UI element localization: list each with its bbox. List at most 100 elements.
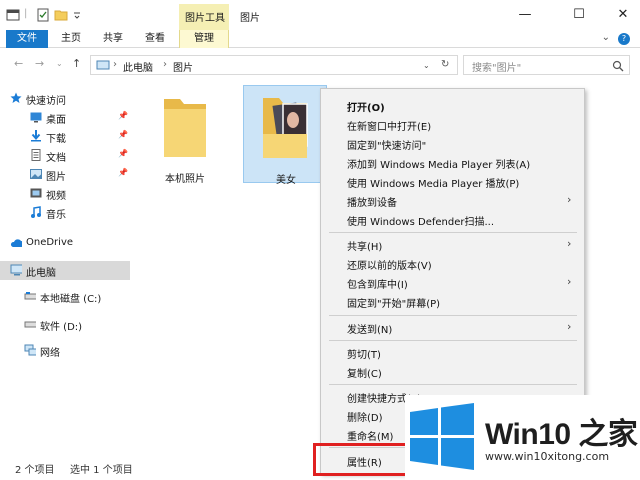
breadcrumb-pictures[interactable]: 图片 [173, 59, 193, 74]
explorer-window: | 图片工具 图片 — ☐ ✕ 文件 主页 共享 查看 管理 ⌄ ? ← → ⌄… [0, 0, 640, 480]
desktop-icon [30, 112, 42, 123]
menu-item-pin-quick-access[interactable]: 固定到"快速访问" [321, 134, 584, 153]
sidebar-item-music[interactable]: 音乐 [0, 203, 130, 222]
menu-item-send-to[interactable]: 发送到(N) › [321, 318, 584, 337]
address-bar[interactable]: › 此电脑 › 图片 ⌄ ↻ [90, 55, 458, 75]
network-icon [24, 344, 36, 356]
tab-share[interactable]: 共享 [96, 30, 130, 48]
expand-ribbon-icon[interactable]: ⌄ [602, 32, 610, 43]
menu-item-play-wmp[interactable]: 使用 Windows Media Player 播放(P) [321, 172, 584, 191]
sidebar-item-label: 视频 [46, 191, 66, 202]
music-icon [31, 206, 41, 218]
submenu-arrow-icon: › [567, 193, 572, 206]
menu-item-add-to-wmp-list[interactable]: 添加到 Windows Media Player 列表(A) [321, 153, 584, 172]
menu-separator [329, 340, 577, 341]
back-icon[interactable]: ← [14, 57, 23, 70]
sidebar-item-drive-d[interactable]: 软件 (D:) [0, 315, 130, 334]
minimize-button[interactable]: — [502, 0, 548, 30]
submenu-arrow-icon: › [567, 320, 572, 333]
menu-item-copy[interactable]: 复制(C) [321, 362, 584, 381]
watermark-logo: Win10 之家 www.win10xitong.com [405, 395, 640, 480]
ribbon-tabs: 文件 主页 共享 查看 管理 ⌄ ? [0, 30, 640, 48]
picture-tools-context-label: 图片工具 [179, 4, 229, 30]
drive-icon [24, 292, 36, 300]
search-placeholder: 搜索"图片" [472, 63, 522, 74]
menu-item-cut[interactable]: 剪切(T) [321, 343, 584, 362]
menu-item-defender-scan[interactable]: 使用 Windows Defender扫描... [321, 210, 584, 229]
menu-item-share[interactable]: 共享(H) › [321, 235, 584, 254]
sidebar-item-desktop[interactable]: 桌面 📌 [0, 108, 130, 127]
pin-icon[interactable]: 📌 [118, 130, 128, 139]
menu-item-pin-start[interactable]: 固定到"开始"屏幕(P) [321, 292, 584, 311]
properties-icon[interactable] [36, 8, 50, 22]
folder-item-selected[interactable]: 美女 [243, 85, 327, 186]
sidebar-item-label: 网络 [40, 348, 60, 359]
item-count: 2 个项目 [15, 465, 55, 476]
pin-icon[interactable]: 📌 [118, 149, 128, 158]
cloud-icon [10, 239, 22, 247]
menu-item-open[interactable]: 打开(O) [321, 96, 584, 115]
breadcrumb-this-pc[interactable]: 此电脑 [123, 59, 153, 74]
close-button[interactable]: ✕ [600, 0, 640, 30]
submenu-arrow-icon: › [567, 275, 572, 288]
sidebar-item-quick-access[interactable]: 快速访问 [0, 89, 130, 108]
submenu-arrow-icon: › [567, 237, 572, 250]
folder-name: 本机照片 [165, 174, 205, 185]
pin-icon[interactable]: 📌 [118, 111, 128, 120]
breadcrumb-separator: › [113, 59, 117, 70]
sidebar-item-label: OneDrive [26, 237, 74, 248]
selection-count: 选中 1 个项目 [70, 465, 133, 476]
address-dropdown-icon[interactable]: ⌄ [423, 61, 430, 70]
photo-folder-icon [263, 98, 308, 158]
navigation-pane: 快速访问 桌面 📌 下载 📌 文档 📌 图片 📌 视频 音乐 OneDrive … [0, 82, 132, 452]
pin-icon[interactable]: 📌 [118, 168, 128, 177]
help-icon[interactable]: ? [618, 33, 630, 45]
forward-icon[interactable]: → [35, 57, 44, 70]
sidebar-item-videos[interactable]: 视频 [0, 184, 130, 203]
sidebar-item-downloads[interactable]: 下载 📌 [0, 127, 130, 146]
menu-separator [329, 384, 577, 385]
separator: | [24, 8, 28, 19]
document-icon [31, 149, 41, 161]
sidebar-item-drive-c[interactable]: 本地磁盘 (C:) [0, 287, 130, 306]
sidebar-item-label: 文档 [46, 153, 66, 164]
recent-locations-icon[interactable]: ⌄ [56, 59, 63, 68]
sidebar-item-label: 图片 [46, 172, 66, 183]
title-bar: | 图片工具 图片 — ☐ ✕ [0, 0, 640, 30]
video-icon [30, 188, 42, 198]
menu-item-restore-versions[interactable]: 还原以前的版本(V) [321, 254, 584, 273]
sidebar-item-label: 此电脑 [26, 268, 56, 279]
menu-separator [329, 232, 577, 233]
sidebar-item-documents[interactable]: 文档 📌 [0, 146, 130, 165]
sidebar-item-onedrive[interactable]: OneDrive [0, 234, 130, 253]
explorer-app-icon[interactable] [6, 8, 20, 22]
new-folder-icon[interactable] [54, 8, 68, 22]
watermark-url: www.win10xitong.com [485, 450, 610, 463]
menu-separator [329, 315, 577, 316]
folder-name: 美女 [276, 175, 296, 186]
folder-item[interactable]: 本机照片 [143, 87, 227, 185]
sidebar-item-pictures[interactable]: 图片 📌 [0, 165, 130, 184]
folder-icon [164, 99, 206, 157]
tab-view[interactable]: 查看 [138, 30, 172, 48]
highlight-box [313, 443, 408, 476]
menu-item-cast-to-device[interactable]: 播放到设备 › [321, 191, 584, 210]
star-icon [10, 92, 22, 103]
refresh-icon[interactable]: ↻ [441, 59, 449, 70]
menu-item-include-in-library[interactable]: 包含到库中(I) › [321, 273, 584, 292]
tab-manage[interactable]: 管理 [179, 30, 229, 48]
search-icon[interactable] [612, 60, 624, 72]
customize-toolbar-icon[interactable] [72, 8, 82, 22]
maximize-button[interactable]: ☐ [556, 0, 602, 30]
breadcrumb-separator: › [163, 59, 167, 70]
tab-home[interactable]: 主页 [54, 30, 88, 48]
sidebar-item-label: 下载 [46, 134, 66, 145]
sidebar-item-this-pc[interactable]: 此电脑 [0, 261, 130, 280]
menu-item-open-new-window[interactable]: 在新窗口中打开(E) [321, 115, 584, 134]
search-input[interactable]: 搜索"图片" [463, 55, 630, 75]
tab-file[interactable]: 文件 [6, 30, 48, 48]
up-icon[interactable]: ↑ [72, 57, 81, 70]
sidebar-item-network[interactable]: 网络 [0, 341, 130, 360]
sidebar-item-label: 快速访问 [26, 96, 66, 107]
picture-icon [30, 169, 42, 179]
